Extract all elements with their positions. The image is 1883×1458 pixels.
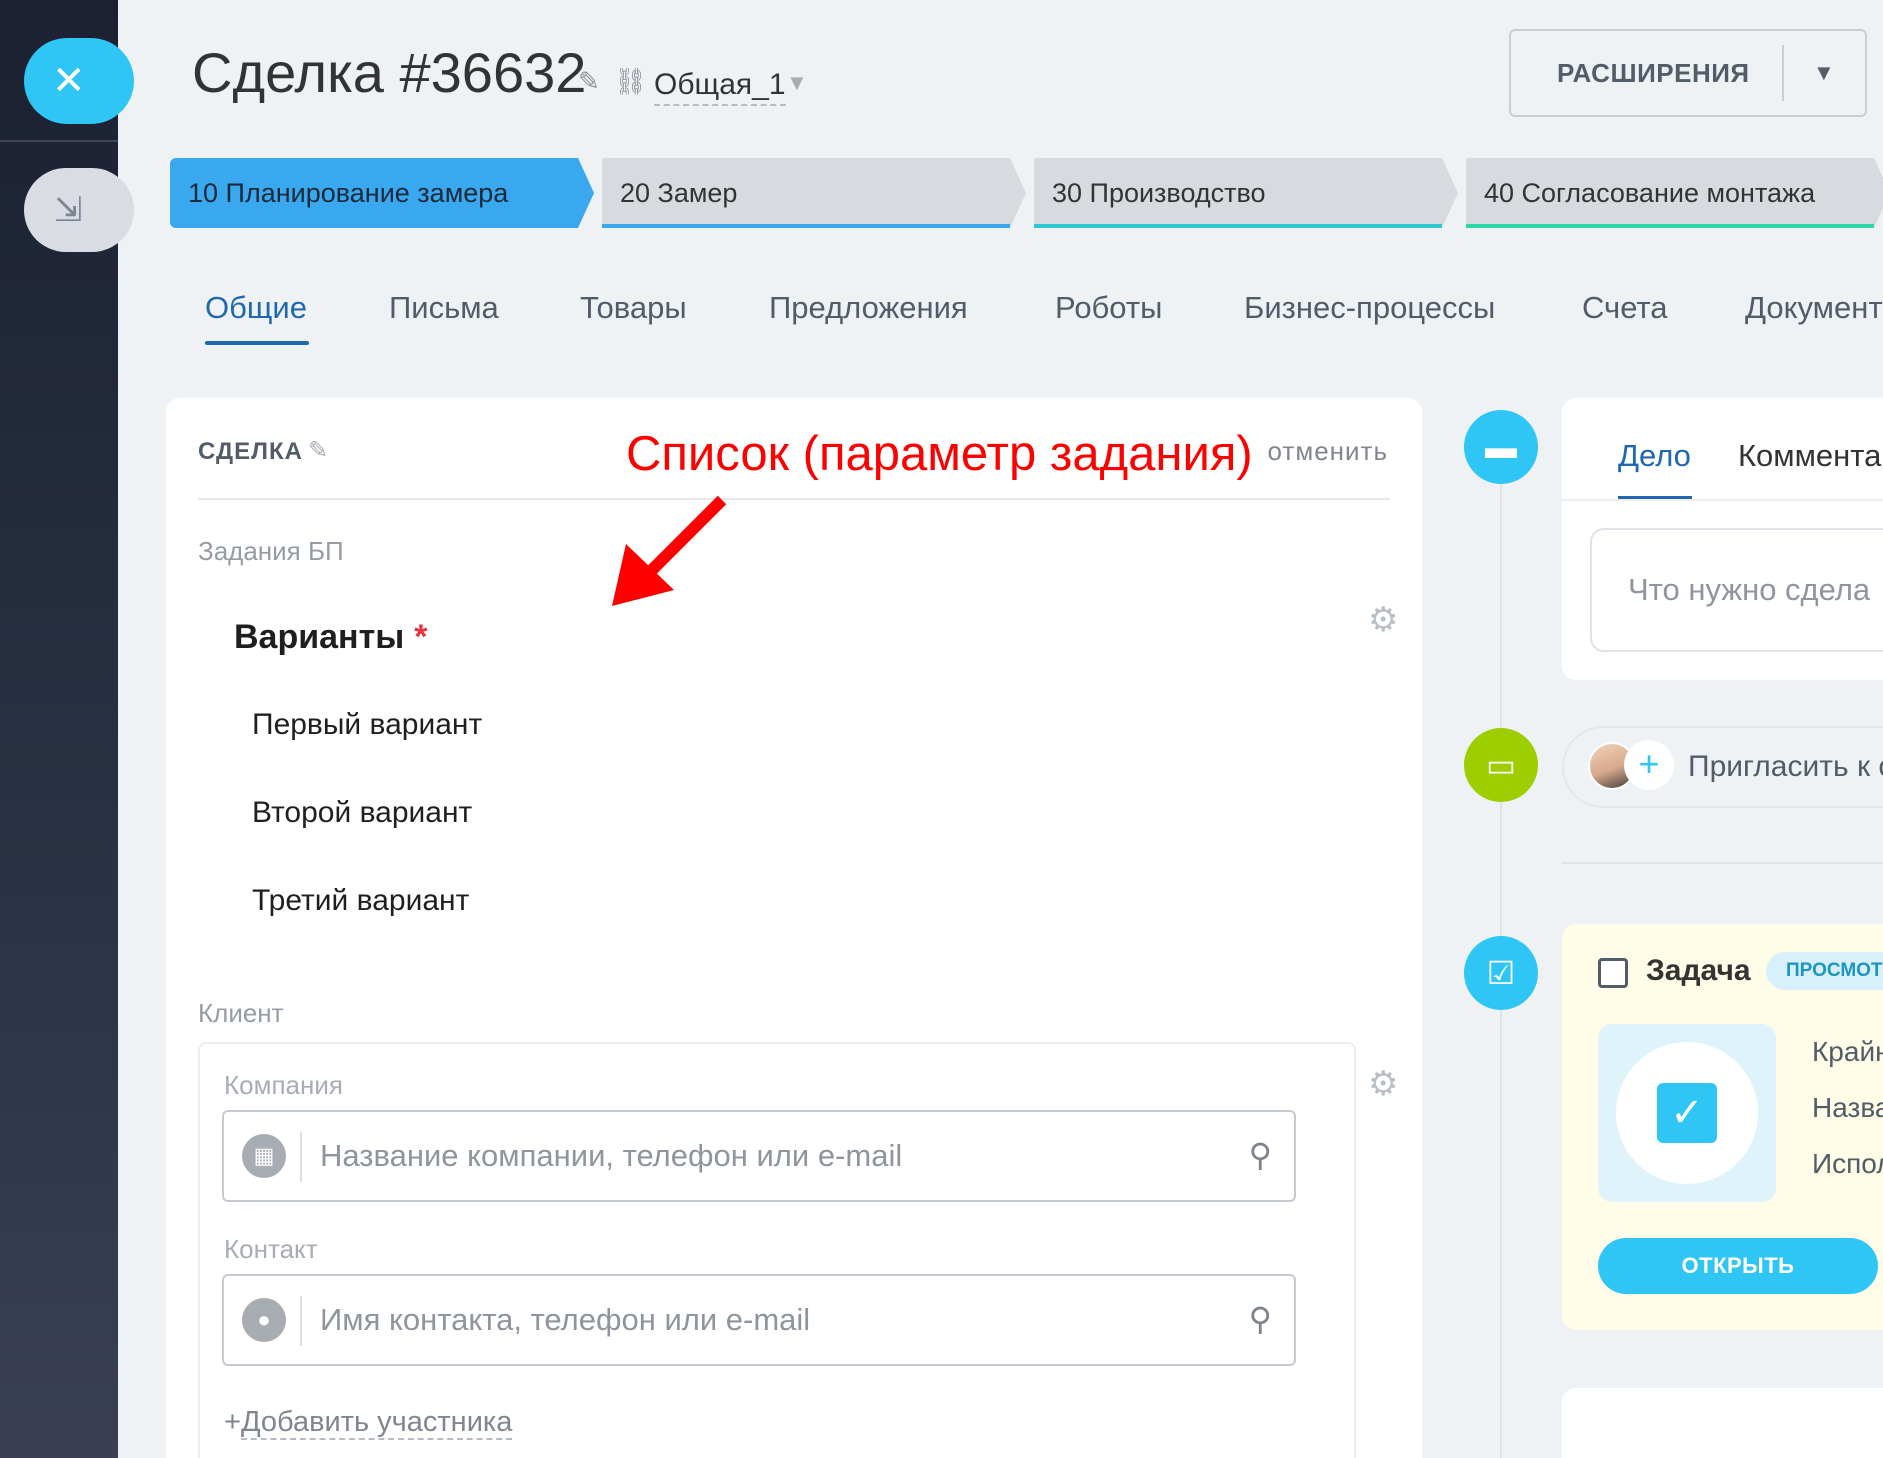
gear-icon[interactable]: ⚙: [1368, 600, 1398, 640]
task-deadline: Крайн: [1812, 1036, 1883, 1067]
tab-documents[interactable]: Документ: [1745, 290, 1883, 326]
activity-placeholder: Что нужно сдела: [1628, 572, 1871, 607]
client-label: Клиент: [198, 998, 284, 1028]
client-block: Компания ▦ Название компании, телефон ил…: [198, 1042, 1356, 1458]
tab-invoices[interactable]: Счета: [1582, 290, 1668, 326]
checkbox-icon[interactable]: [1598, 958, 1628, 988]
variants-title-text: Варианты: [234, 618, 405, 656]
required-mark: *: [414, 618, 428, 656]
task-illustration: ✓: [1598, 1024, 1776, 1202]
stage-color-bar: [602, 224, 1010, 228]
pencil-icon[interactable]: ✎: [308, 436, 328, 465]
tab-offers[interactable]: Предложения: [769, 290, 968, 326]
stage-label: 10 Планирование замера: [188, 178, 509, 208]
caret-down-icon[interactable]: ▼: [1813, 31, 1835, 115]
status-badge: ПРОСМОТ: [1766, 952, 1883, 990]
stage-production[interactable]: 30 Производство: [1034, 158, 1458, 228]
extensions-label: РАСШИРЕНИЯ: [1557, 58, 1750, 88]
extensions-button[interactable]: РАСШИРЕНИЯ ▼: [1509, 29, 1867, 117]
contact-placeholder: Имя контакта, телефон или e-mail: [320, 1302, 811, 1337]
tab-robots[interactable]: Роботы: [1055, 290, 1162, 326]
card-title: СДЕЛКА: [198, 438, 303, 465]
editor-divider: [1562, 499, 1883, 501]
card-divider: [198, 498, 1390, 500]
cancel-link[interactable]: отменить: [1268, 436, 1388, 467]
variants-title: Варианты *: [234, 618, 428, 657]
stage-measure[interactable]: 20 Замер: [602, 158, 1026, 228]
tab-products[interactable]: Товары: [580, 290, 687, 326]
add-member-text: Добавить участника: [240, 1406, 513, 1440]
tab-general[interactable]: Общие: [205, 290, 307, 326]
task-title: Задача: [1646, 954, 1751, 987]
gear-icon[interactable]: ⚙: [1368, 1064, 1398, 1104]
caret-down-icon[interactable]: ▼: [786, 70, 808, 96]
stage-label: 30 Производство: [1052, 178, 1266, 208]
stage-label: 40 Согласование монтажа: [1484, 178, 1816, 208]
task-executor: Испол: [1812, 1148, 1883, 1179]
add-member-link[interactable]: +Добавить участника: [224, 1406, 513, 1440]
input-divider: [300, 1296, 302, 1346]
deal-card: СДЕЛКА ✎ отменить Список (параметр задан…: [166, 398, 1422, 1458]
task-icon: ☑: [1464, 936, 1538, 1010]
close-icon: ✕: [52, 59, 86, 103]
comment-icon: ▬: [1464, 410, 1538, 484]
company-input[interactable]: ▦ Название компании, телефон или e-mail …: [222, 1110, 1296, 1202]
search-icon[interactable]: ⚲: [1249, 1300, 1272, 1338]
tab-business-processes[interactable]: Бизнес-процессы: [1244, 290, 1495, 326]
plus-icon[interactable]: +: [1624, 740, 1674, 790]
bp-tasks-label: Задания БП: [198, 536, 344, 566]
editor-tab-underline: [1618, 496, 1692, 499]
editor-tab-comment[interactable]: Комментар: [1738, 438, 1883, 474]
timeline-divider: [1562, 862, 1883, 864]
annotation-text: Список (параметр задания): [626, 427, 1253, 481]
minimize-slider-button[interactable]: ⇲: [24, 168, 134, 252]
stage-color-bar: [1466, 224, 1874, 228]
pencil-icon[interactable]: ✎: [578, 66, 600, 97]
variant-option[interactable]: Третий вариант: [252, 884, 469, 918]
input-divider: [300, 1132, 302, 1182]
stage-planning[interactable]: 10 Планирование замера: [170, 158, 594, 228]
person-icon: ●: [242, 1298, 286, 1342]
task-card: Задача ПРОСМОТ ✓ Крайн Назва Испол ОТКРЫ…: [1562, 924, 1883, 1330]
stage-installation[interactable]: 40 Согласование монтажа: [1466, 158, 1883, 228]
timeline-next-card: [1562, 1388, 1883, 1458]
deal-title: Сделка #36632: [192, 41, 587, 104]
stage-color-bar: [1034, 224, 1442, 228]
editor-tab-activity[interactable]: Дело: [1618, 438, 1691, 474]
sidebar-divider: [0, 140, 118, 142]
tab-letters[interactable]: Письма: [389, 290, 499, 326]
contact-input[interactable]: ● Имя контакта, телефон или e-mail ⚲: [222, 1274, 1296, 1366]
annotation-arrow: [612, 495, 727, 606]
variant-option[interactable]: Первый вариант: [252, 708, 482, 742]
plus-icon: +: [224, 1406, 241, 1438]
stage-label: 20 Замер: [620, 178, 738, 208]
contact-label: Контакт: [224, 1234, 318, 1264]
search-icon[interactable]: ⚲: [1249, 1136, 1272, 1174]
open-task-button[interactable]: ОТКРЫТЬ: [1598, 1238, 1878, 1294]
task-name: Назва: [1812, 1092, 1883, 1123]
building-icon: ▦: [242, 1134, 286, 1178]
task-check-icon: ✓: [1657, 1083, 1717, 1143]
company-placeholder: Название компании, телефон или e-mail: [320, 1138, 903, 1173]
category-selector[interactable]: Общая_1: [654, 68, 786, 106]
activity-editor: Дело Комментар Что нужно сдела: [1562, 398, 1883, 680]
active-tab-underline: [205, 341, 309, 345]
chat-icon: ▭: [1464, 728, 1538, 802]
activity-input[interactable]: Что нужно сдела: [1590, 528, 1883, 652]
button-divider: [1782, 45, 1784, 101]
collapse-icon: ⇲: [54, 191, 83, 229]
invite-text: Пригласить к о: [1688, 750, 1883, 783]
link-icon[interactable]: ⛓: [614, 66, 647, 97]
task-illustration-circle: ✓: [1616, 1042, 1758, 1184]
variant-option[interactable]: Второй вариант: [252, 796, 472, 830]
invite-to-chat[interactable]: + Пригласить к о: [1562, 726, 1883, 808]
close-slider-button[interactable]: ✕: [24, 38, 134, 124]
company-label: Компания: [224, 1070, 343, 1100]
